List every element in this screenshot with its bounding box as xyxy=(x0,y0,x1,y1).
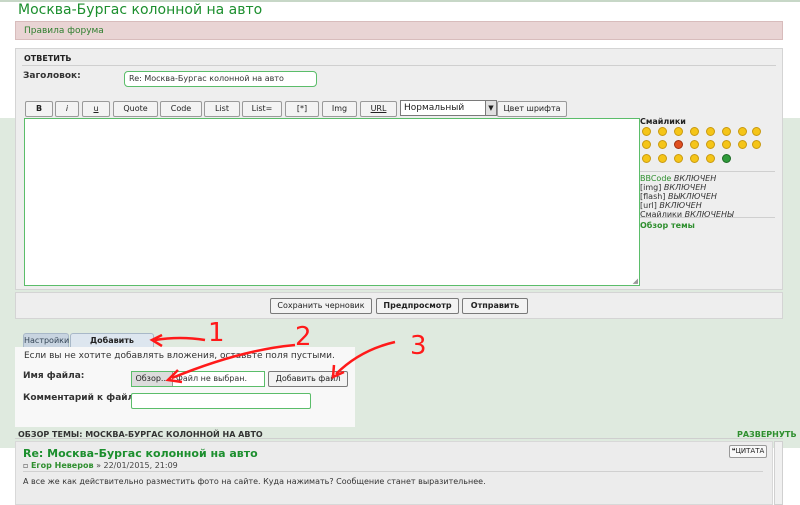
annotation-arrows xyxy=(149,333,396,384)
annotation-number-1: 1 xyxy=(208,318,225,348)
annotation-arrow-1 xyxy=(154,336,206,342)
annotation-number-3: 3 xyxy=(410,331,427,361)
annotation-number-2: 2 xyxy=(295,322,312,352)
annotation-arrow-3 xyxy=(335,340,396,375)
annotation-arrow-2 xyxy=(171,343,296,380)
